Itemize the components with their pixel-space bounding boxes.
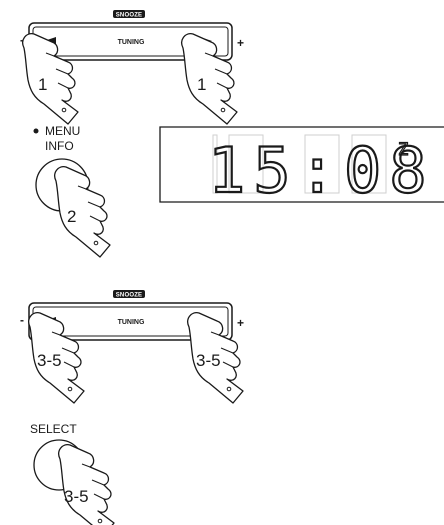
step-label-right: 3-5 (196, 351, 221, 370)
tuning-label: TUNING (118, 39, 145, 46)
lcd-indicator: Z (398, 140, 408, 160)
tuning-panel-top: SNOOZE - + TUNING 1 1 (20, 10, 244, 125)
tuning-panel-bottom: SNOOZE - + TUNING 3-5 3-5 (20, 290, 244, 404)
hand-pointer-icon (58, 444, 115, 525)
minus-sign: - (20, 313, 24, 327)
hand-pointer-icon (22, 33, 79, 125)
menu-info-group: MENU INFO 2 (33, 124, 111, 258)
step-label: 2 (67, 207, 76, 226)
step-label-right: 1 (197, 75, 206, 94)
hand-pointer-icon (181, 33, 238, 125)
step-label-left: 1 (38, 75, 47, 94)
plus-sign: + (237, 316, 244, 330)
snooze-label: SNOOZE (116, 13, 143, 19)
menu-label: MENU (45, 124, 80, 138)
plus-sign: + (237, 36, 244, 50)
tuning-label: TUNING (118, 319, 145, 326)
info-label: INFO (45, 139, 74, 153)
step-label: 3-5 (64, 487, 89, 506)
menu-indicator-dot (33, 128, 39, 134)
hand-pointer-icon (54, 166, 111, 258)
step-label-left: 3-5 (37, 351, 62, 370)
select-label: SELECT (30, 422, 77, 436)
lcd-display: 15:08 Z (159, 126, 444, 208)
select-group: SELECT 3-5 (30, 422, 115, 525)
snooze-label: SNOOZE (116, 293, 143, 299)
